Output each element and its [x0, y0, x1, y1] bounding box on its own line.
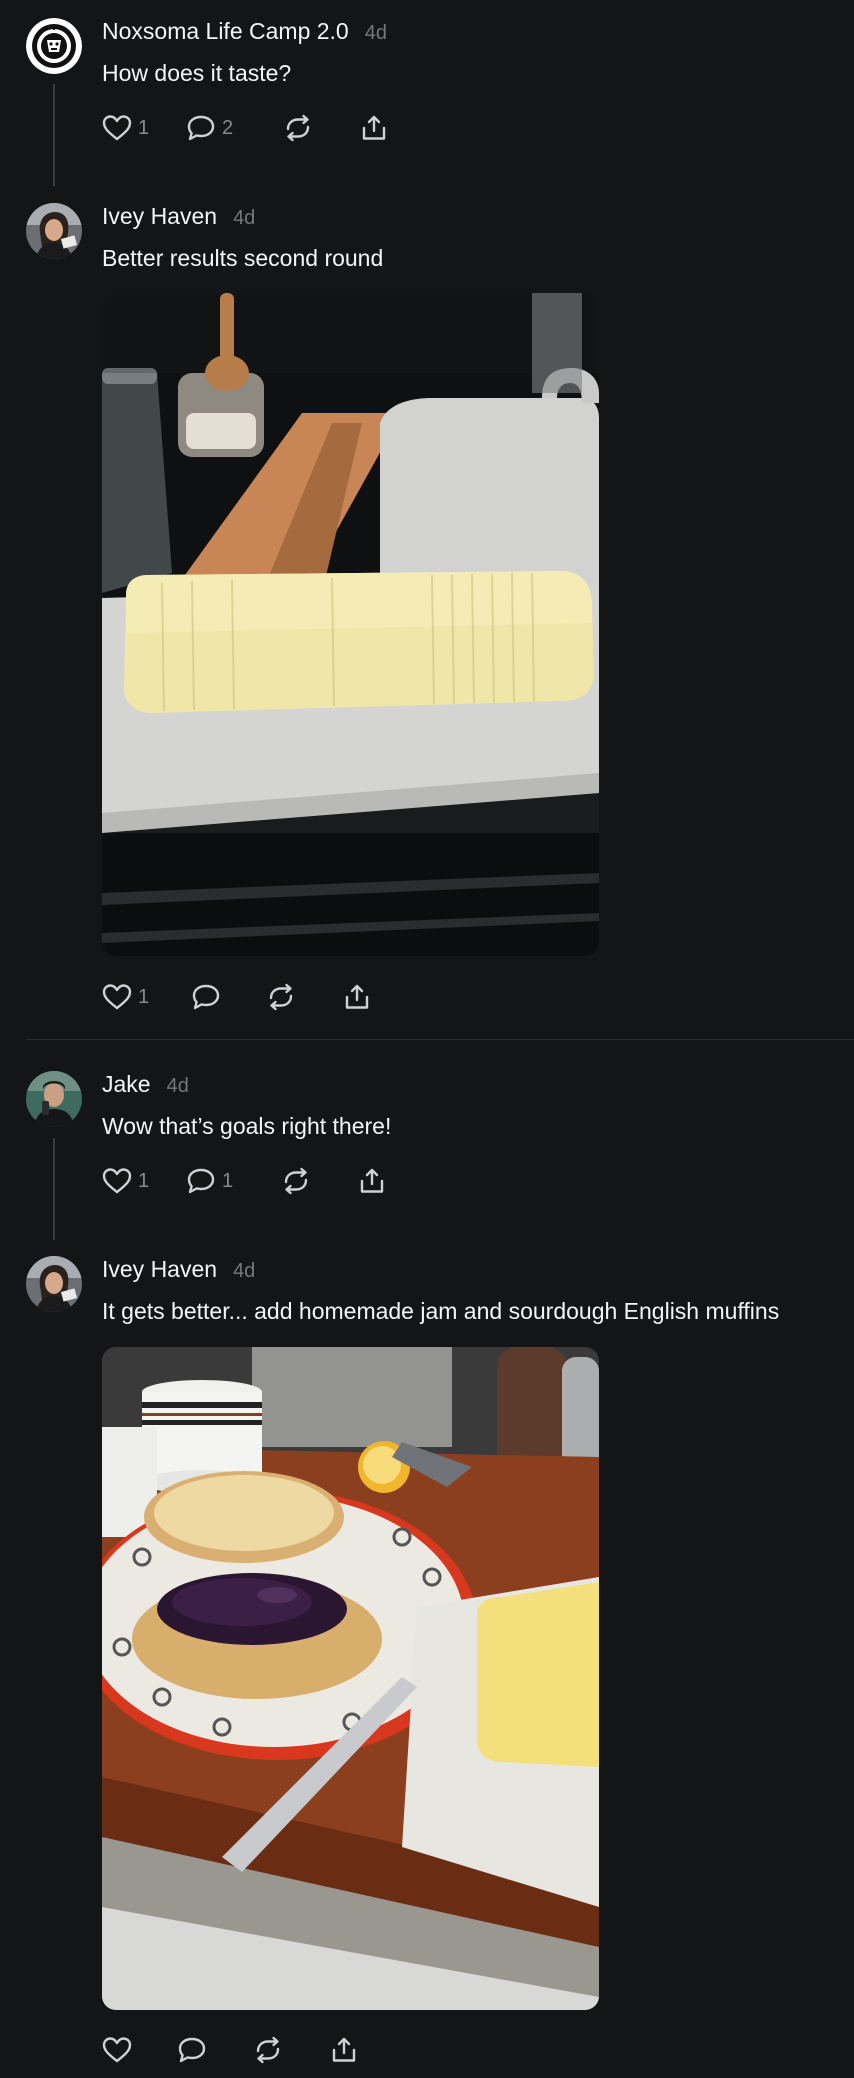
share-icon: [329, 2036, 359, 2064]
heart-icon: [102, 983, 132, 1011]
share-button[interactable]: [329, 2033, 369, 2067]
share-icon: [357, 1167, 387, 1195]
share-icon: [359, 114, 389, 142]
jam-muffins-photo-icon: [102, 1347, 599, 2010]
heart-icon: [102, 2036, 132, 2064]
avatar[interactable]: [26, 18, 82, 74]
repost-icon: [281, 1167, 311, 1195]
post-header: Noxsoma Life Camp 2.0 4d: [102, 18, 387, 54]
timestamp[interactable]: 4d: [167, 1075, 189, 1098]
reply-button[interactable]: 2: [186, 111, 283, 145]
share-button[interactable]: [342, 980, 382, 1014]
noxsoma-logo-icon: [26, 18, 82, 74]
repost-button[interactable]: [253, 2033, 329, 2067]
like-button[interactable]: 1: [102, 1164, 186, 1198]
repost-icon: [253, 2036, 283, 2064]
heart-icon: [102, 1167, 132, 1195]
comment-icon: [177, 2036, 207, 2064]
post-header: Ivey Haven 4d: [102, 203, 255, 239]
post-actions: 1 1: [102, 1164, 397, 1198]
thread-line: [53, 84, 55, 186]
share-button[interactable]: [357, 1164, 397, 1198]
repost-icon: [266, 983, 296, 1011]
share-button[interactable]: [359, 111, 399, 145]
timestamp[interactable]: 4d: [233, 1260, 255, 1283]
person-avatar-icon: [26, 1071, 82, 1127]
post-image[interactable]: [102, 293, 599, 956]
like-button[interactable]: 1: [102, 111, 186, 145]
like-button[interactable]: [102, 2033, 177, 2067]
like-count: 1: [138, 1169, 150, 1192]
username[interactable]: Ivey Haven: [102, 1256, 217, 1283]
reply-count: 1: [222, 1169, 234, 1192]
repost-icon: [283, 114, 313, 142]
comment-icon: [186, 114, 216, 142]
thread-line: [53, 1138, 55, 1240]
post-divider: [26, 1039, 854, 1040]
like-count: 1: [138, 116, 150, 139]
butter-roll-photo-icon: [102, 293, 599, 956]
post-actions: [102, 2033, 369, 2067]
post-text: Better results second round: [102, 245, 384, 271]
post-header: Jake 4d: [102, 1071, 189, 1107]
post-image[interactable]: [102, 1347, 599, 2010]
post-text: It gets better... add homemade jam and s…: [102, 1298, 780, 1324]
repost-button[interactable]: [283, 111, 359, 145]
timestamp[interactable]: 4d: [233, 207, 255, 230]
post-text: Wow that’s goals right there!: [102, 1113, 392, 1139]
person-avatar-icon: [26, 1256, 82, 1312]
avatar[interactable]: [26, 203, 82, 259]
person-avatar-icon: [26, 203, 82, 259]
heart-icon: [102, 114, 132, 142]
comment-icon: [191, 983, 221, 1011]
comment-icon: [186, 1167, 216, 1195]
timestamp[interactable]: 4d: [365, 22, 387, 45]
reply-button[interactable]: 1: [186, 1164, 281, 1198]
avatar[interactable]: [26, 1071, 82, 1127]
username[interactable]: Jake: [102, 1071, 151, 1098]
username[interactable]: Ivey Haven: [102, 203, 217, 230]
like-button[interactable]: 1: [102, 980, 191, 1014]
reply-button[interactable]: [191, 980, 266, 1014]
repost-button[interactable]: [266, 980, 342, 1014]
post-actions: 1 2: [102, 111, 399, 145]
username[interactable]: Noxsoma Life Camp 2.0: [102, 18, 349, 45]
like-count: 1: [138, 985, 150, 1008]
reply-button[interactable]: [177, 2033, 253, 2067]
reply-count: 2: [222, 116, 234, 139]
avatar[interactable]: [26, 1256, 82, 1312]
post-actions: 1: [102, 980, 382, 1014]
post-header: Ivey Haven 4d: [102, 1256, 255, 1292]
post-text: How does it taste?: [102, 60, 292, 86]
share-icon: [342, 983, 372, 1011]
repost-button[interactable]: [281, 1164, 357, 1198]
